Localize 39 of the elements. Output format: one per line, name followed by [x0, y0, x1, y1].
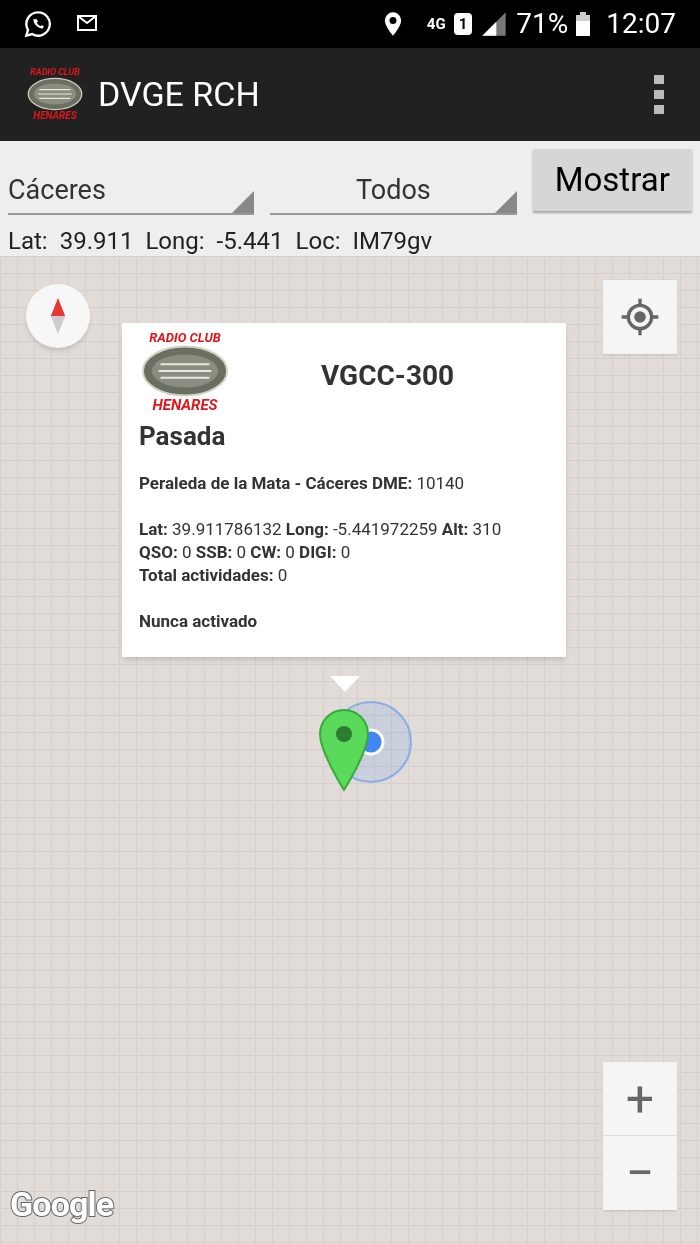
oval-plaque-icon — [141, 344, 229, 398]
compass-icon — [49, 297, 67, 335]
logo-bottom-text: HENARES — [33, 111, 77, 121]
coordinate-label: Loc: — [295, 226, 341, 257]
map-attribution: Google — [10, 1183, 114, 1226]
clock: 12:07 — [606, 6, 676, 42]
info-line: Peraleda de la Mata - Cáceres DME: 10140 — [139, 472, 466, 495]
oval-plaque-icon — [27, 77, 83, 111]
crosshair-icon — [620, 297, 660, 337]
logo-top-text: RADIO CLUB — [30, 68, 80, 77]
info-line: Total actividades: 0 — [139, 564, 289, 587]
chat-bubble-icon — [24, 10, 52, 38]
info-line: Nunca activado — [139, 610, 259, 633]
popup-pointer-icon — [330, 676, 360, 692]
my-location-button[interactable] — [603, 280, 677, 354]
zoom-out-button[interactable]: − — [603, 1136, 677, 1210]
vertex-code: VGCC-300 — [321, 358, 455, 394]
coordinate-label: Lat: — [8, 226, 48, 257]
coordinate-value: IM79gv — [352, 226, 433, 257]
coordinate-value: -5.441 — [216, 226, 284, 257]
battery-icon — [576, 11, 591, 37]
network-type: 4G — [426, 13, 446, 35]
map-pin-icon — [318, 708, 370, 792]
coordinate-label: Long: — [145, 226, 205, 257]
overflow-menu-button[interactable] — [654, 75, 664, 114]
compass-button[interactable] — [26, 284, 90, 348]
logo-bottom-text: HENARES — [152, 398, 218, 413]
coordinate-value: 39.911 — [59, 226, 134, 257]
province-dropdown[interactable]: Cáceres — [8, 149, 255, 215]
zoom-in-button[interactable]: + — [603, 1062, 677, 1136]
logo-top-text: RADIO CLUB — [149, 331, 221, 344]
sim-badge: 1 — [453, 13, 473, 35]
vertex-status: Pasada — [139, 420, 227, 453]
info-line: QSO: 0 SSB: 0 CW: 0 DIGI: 0 — [139, 541, 352, 564]
signal-icon — [480, 10, 509, 38]
info-line: Lat: 39.911786132 Long: -5.441972259 Alt: 310 — [139, 518, 503, 541]
show-button[interactable]: Mostrar — [532, 149, 692, 211]
app-title: DVGE RCH — [98, 73, 260, 116]
battery-percent: 71% — [516, 6, 569, 42]
